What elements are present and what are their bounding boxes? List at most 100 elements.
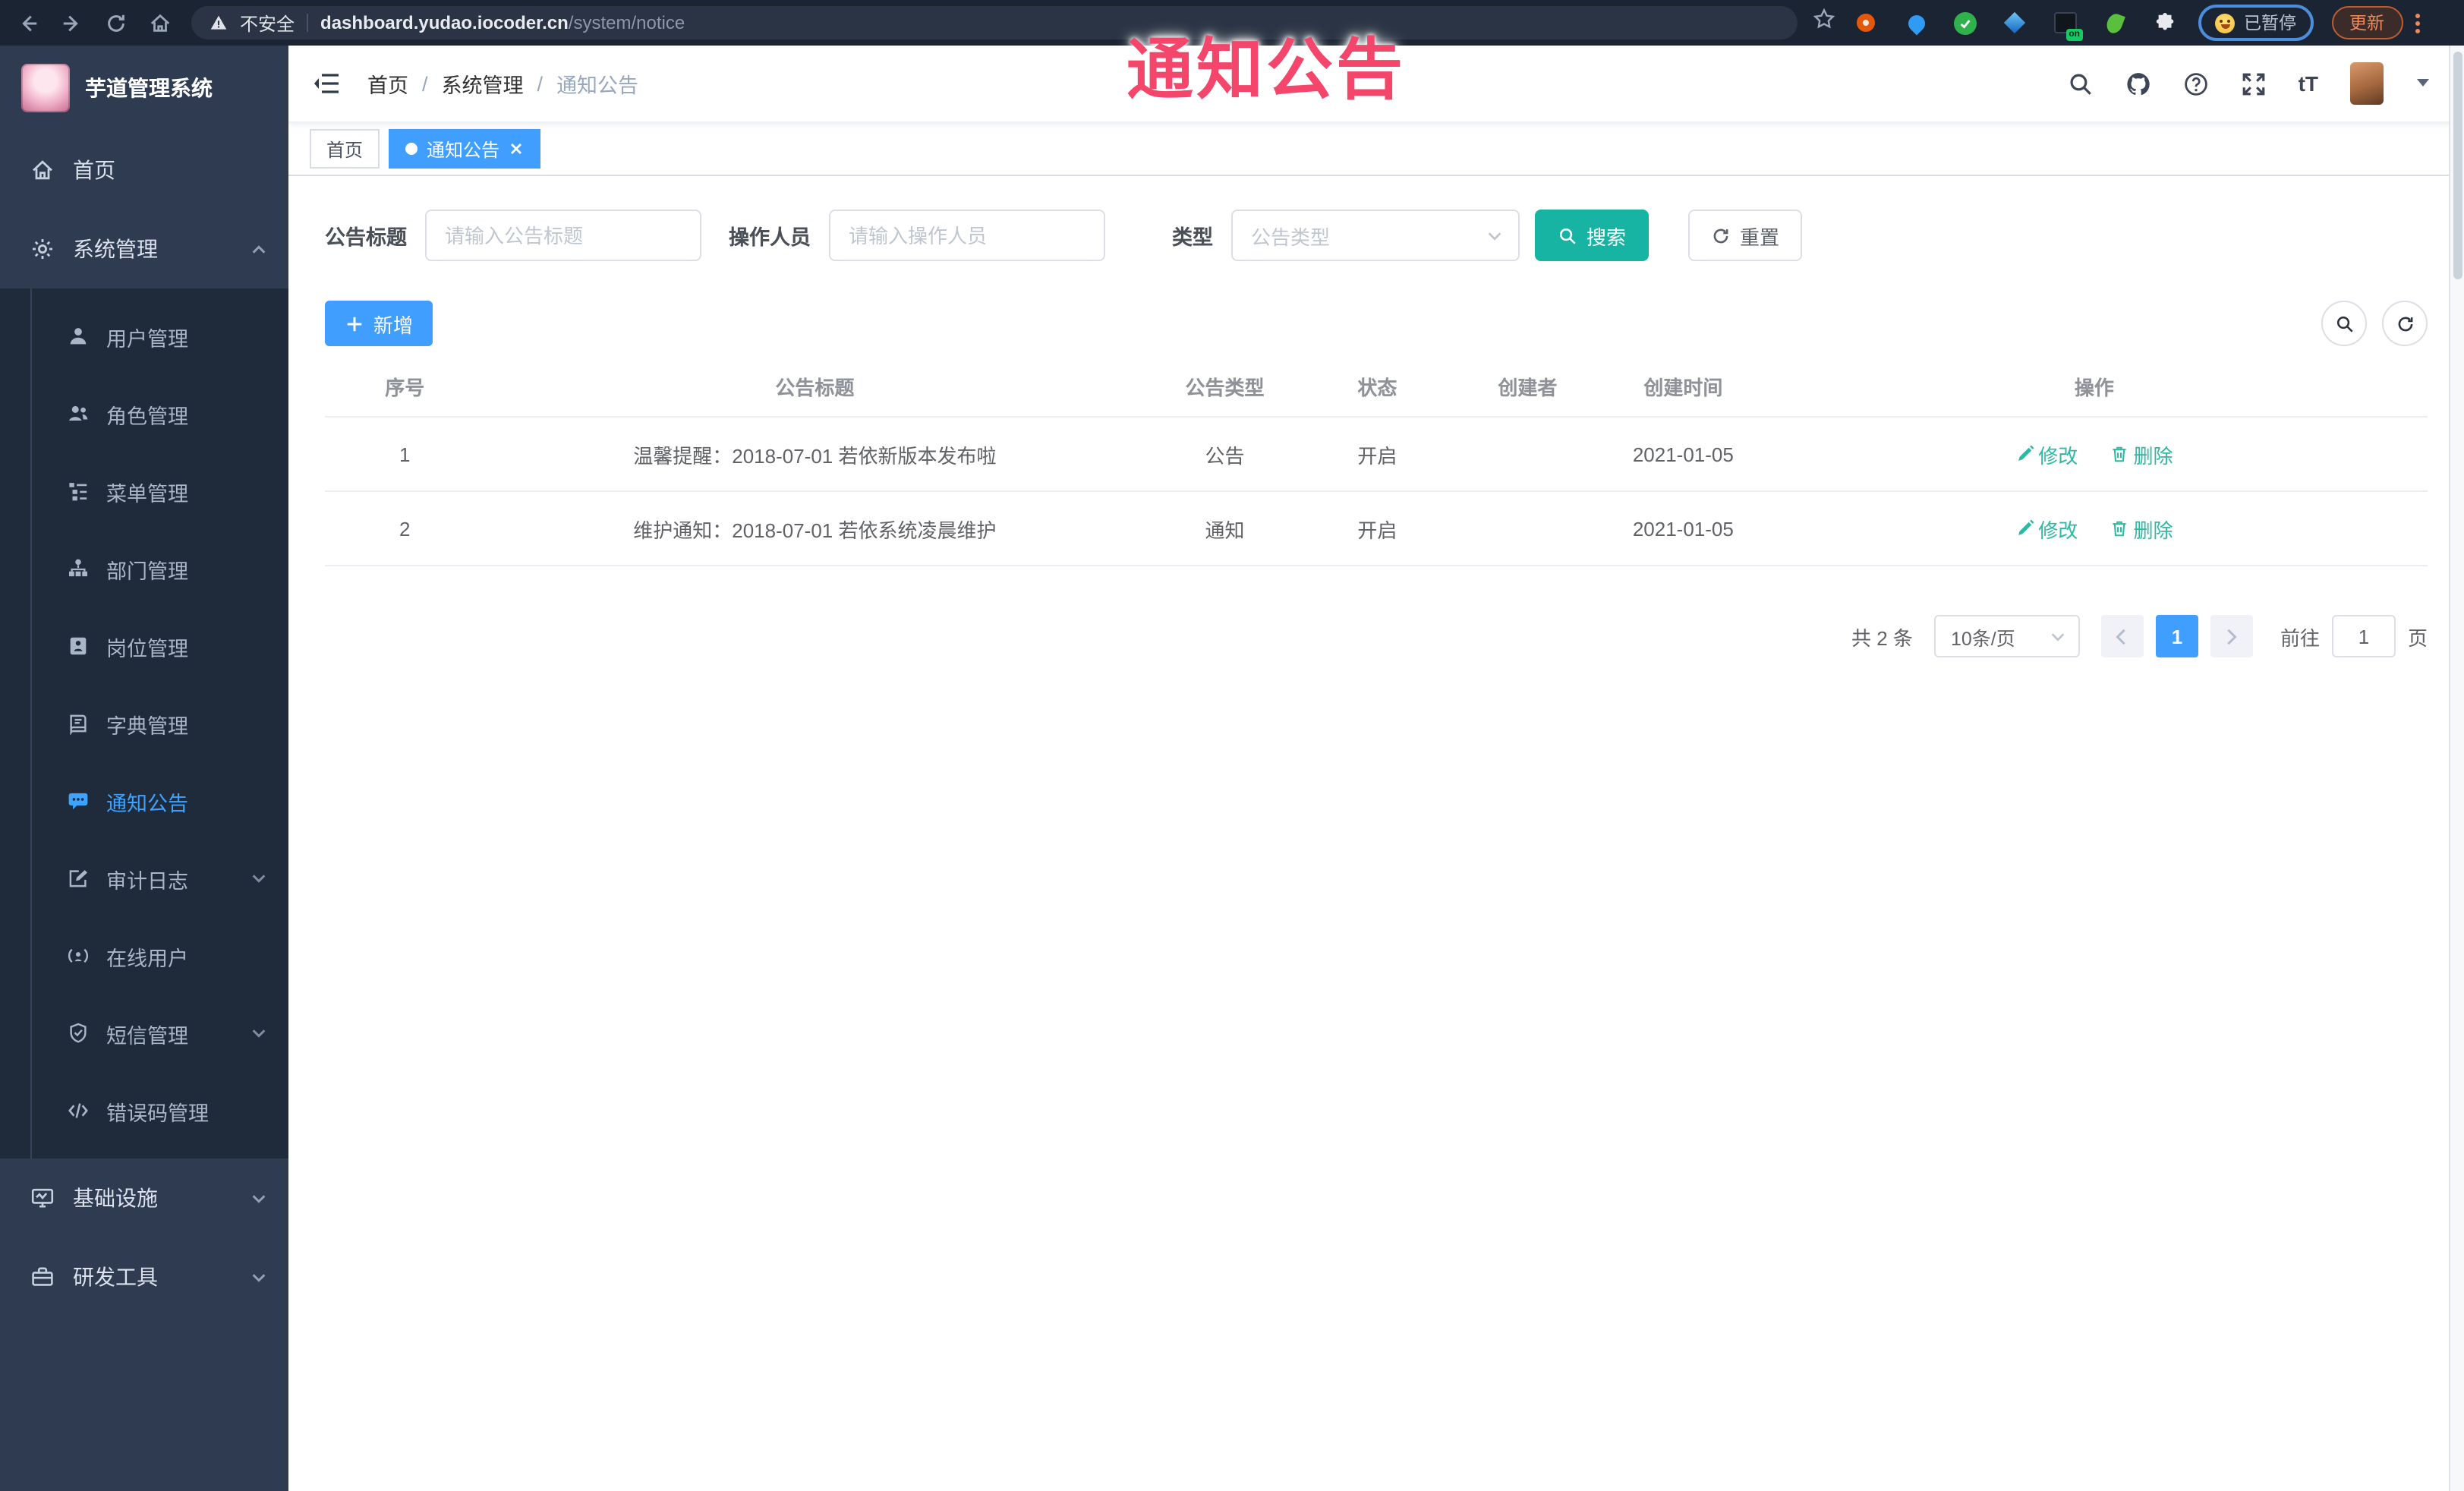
delete-link-label: 删除 — [2133, 444, 2173, 467]
tab-home[interactable]: 首页 — [310, 129, 380, 169]
extension-diamond-icon[interactable] — [2002, 11, 2027, 35]
delete-link[interactable]: 删除 — [2111, 440, 2173, 468]
extension-on-badge: on — [2065, 29, 2083, 41]
edit-link[interactable]: 修改 — [2015, 440, 2078, 468]
sidebar-item-sms-management[interactable]: 短信管理 — [0, 995, 288, 1072]
online-user-icon — [67, 944, 90, 967]
not-secure-label[interactable]: 不安全 — [240, 10, 295, 36]
tab-close-icon[interactable] — [509, 141, 524, 156]
sidebar-item-label: 部门管理 — [106, 560, 188, 582]
extension-orange-icon[interactable] — [1854, 11, 1878, 35]
refresh-table-button[interactable] — [2382, 301, 2428, 346]
browser-reload-icon[interactable] — [103, 11, 128, 35]
bookmark-star-icon[interactable] — [1813, 8, 1835, 38]
sidebar-item-audit-log[interactable]: 审计日志 — [0, 840, 288, 917]
caret-down-icon[interactable] — [2415, 70, 2431, 97]
browser-back-icon[interactable] — [15, 11, 39, 35]
sidebar-item-online-users[interactable]: 在线用户 — [0, 917, 288, 995]
sidebar-item-post-management[interactable]: 岗位管理 — [0, 607, 288, 685]
pencil-icon — [2018, 445, 2034, 461]
browser-update-button[interactable]: 更新 — [2331, 6, 2403, 39]
search-button[interactable]: 搜索 — [1535, 210, 1649, 261]
cell-create-time: 2021-01-05 — [1605, 491, 1761, 566]
sidebar-item-home[interactable]: 首页 — [0, 131, 288, 210]
add-button-label: 新增 — [373, 314, 414, 336]
notice-table: 序号 公告标题 公告类型 状态 创建者 创建时间 操作 1 温馨提醒：2018-… — [325, 355, 2428, 566]
active-tab-dot — [405, 143, 418, 155]
chevron-down-icon — [250, 1190, 267, 1206]
search-icon[interactable] — [2068, 71, 2094, 96]
browser-menu-icon[interactable] — [2415, 13, 2419, 33]
extension-green-icon[interactable] — [1954, 11, 1977, 34]
show-search-toggle-button[interactable] — [2321, 301, 2367, 346]
tab-label: 通知公告 — [427, 139, 500, 160]
sidebar: 芋道管理系统 首页 系统管理 用户管理 角色管理 菜单管理 部门管理 岗位管理 … — [0, 46, 288, 1491]
sidebar-item-label: 字典管理 — [106, 714, 188, 737]
cell-status: 开启 — [1304, 491, 1450, 566]
sidebar-item-dept-management[interactable]: 部门管理 — [0, 530, 288, 607]
monitor-icon — [30, 1186, 55, 1210]
extension-leaf-icon[interactable] — [2103, 11, 2127, 35]
fullscreen-icon[interactable] — [2241, 71, 2267, 96]
chevron-down-icon — [2050, 628, 2066, 645]
prev-page-button[interactable] — [2100, 615, 2144, 657]
font-size-icon[interactable]: tT — [2299, 71, 2318, 96]
sidebar-item-label: 审计日志 — [106, 869, 188, 892]
operator-input[interactable] — [829, 210, 1105, 261]
home-icon — [30, 158, 55, 182]
sidebar-toggle-icon[interactable] — [313, 70, 340, 97]
sidebar-item-notice[interactable]: 通知公告 — [0, 762, 288, 840]
sidebar-item-error-code[interactable]: 错误码管理 — [0, 1072, 288, 1149]
search-icon — [2336, 315, 2352, 332]
extension-pin-icon[interactable] — [1904, 11, 1928, 35]
url-host: dashboard.yudao.iocoder.cn — [320, 12, 569, 33]
table-tools — [2321, 301, 2428, 346]
url-text[interactable]: dashboard.yudao.iocoder.cn/system/notice — [320, 12, 685, 33]
sidebar-item-system[interactable]: 系统管理 — [0, 210, 288, 288]
add-button[interactable]: 新增 — [325, 301, 433, 346]
address-bar[interactable]: 不安全 dashboard.yudao.iocoder.cn/system/no… — [191, 6, 1798, 39]
edit-link-label: 修改 — [2038, 519, 2078, 541]
edit-link-label: 修改 — [2038, 444, 2078, 467]
scrollbar-track[interactable] — [2449, 46, 2464, 1491]
page-number-button[interactable]: 1 — [2155, 615, 2198, 657]
table-row: 1 温馨提醒：2018-07-01 若依新版本发布啦 公告 开启 2021-01… — [325, 417, 2428, 492]
goto-label: 前往 — [2280, 626, 2320, 649]
user-avatar[interactable] — [2350, 62, 2384, 105]
github-icon[interactable] — [2125, 71, 2151, 96]
chevron-up-icon — [250, 241, 267, 257]
sidebar-item-menu-management[interactable]: 菜单管理 — [0, 452, 288, 530]
page-size-select[interactable]: 10条/页 — [1933, 615, 2080, 657]
reset-button[interactable]: 重置 — [1688, 210, 1803, 261]
notice-type-select[interactable]: 公告类型 — [1231, 210, 1520, 261]
edit-link[interactable]: 修改 — [2015, 514, 2078, 543]
extension-row: on — [1854, 11, 2177, 41]
col-type: 公告类型 — [1145, 355, 1305, 418]
sidebar-item-user-management[interactable]: 用户管理 — [0, 298, 288, 375]
goto-page-input[interactable] — [2331, 615, 2396, 657]
cell-title: 温馨提醒：2018-07-01 若依新版本发布啦 — [484, 417, 1145, 492]
profile-paused-chip[interactable]: 已暂停 — [2198, 5, 2313, 41]
extension-database-icon[interactable]: on — [2053, 11, 2083, 41]
browser-home-icon[interactable] — [147, 11, 172, 35]
help-icon[interactable] — [2183, 71, 2209, 96]
breadcrumb-home[interactable]: 首页 — [367, 68, 408, 99]
browser-forward-icon[interactable] — [59, 11, 83, 35]
sidebar-logo-row[interactable]: 芋道管理系统 — [0, 46, 288, 131]
org-chart-icon — [67, 557, 90, 580]
scrollbar-thumb[interactable] — [2453, 52, 2462, 279]
table-toolbar: 新增 — [325, 301, 2428, 346]
col-status: 状态 — [1304, 355, 1450, 418]
sidebar-item-dict-management[interactable]: 字典管理 — [0, 685, 288, 762]
main-area: 首页 / 系统管理 / 通知公告 tT 首页 通知公告 公告标题 请输入公告标题… — [288, 46, 2464, 1491]
tab-notice[interactable]: 通知公告 — [389, 129, 541, 169]
id-badge-icon — [67, 635, 90, 657]
extensions-puzzle-icon[interactable] — [2153, 11, 2177, 35]
sidebar-item-infrastructure[interactable]: 基础设施 — [0, 1158, 288, 1237]
sidebar-item-role-management[interactable]: 角色管理 — [0, 375, 288, 452]
delete-link[interactable]: 删除 — [2111, 514, 2173, 543]
notice-title-input[interactable] — [425, 210, 701, 261]
sidebar-item-dev-tools[interactable]: 研发工具 — [0, 1237, 288, 1316]
next-page-button[interactable] — [2210, 615, 2253, 657]
breadcrumb-system[interactable]: 系统管理 — [442, 68, 524, 99]
